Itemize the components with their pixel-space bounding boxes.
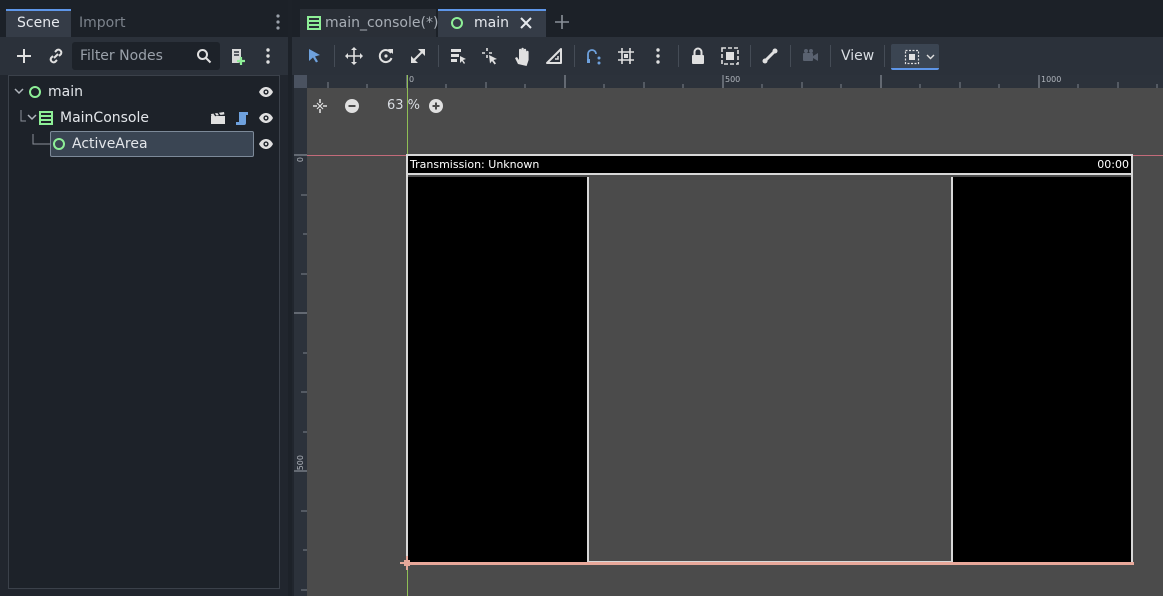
canvas-viewport[interactable]: 0 500 1000 0 500 63 % Transmission: Unkn… [294,75,1163,596]
left-panel[interactable] [408,177,589,563]
pan-mode-icon[interactable] [512,46,532,66]
scene-tab-bar: main_console(*) main [292,0,1163,37]
toolbar-separator [830,45,831,67]
ruler-label: 500 [296,455,305,471]
visibility-eye-icon[interactable] [258,85,274,99]
select-mode-icon[interactable] [304,46,324,66]
script-icon[interactable] [234,110,250,126]
tab-label: main_console(*) [325,15,439,31]
tree-label-mainconsole: MainConsole [60,110,149,126]
zoom-out-icon[interactable] [344,98,360,114]
rotate-mode-icon[interactable] [376,46,396,66]
tab-import[interactable]: Import [68,9,136,37]
chevron-down-icon [926,54,935,60]
toolbar-separator [884,45,885,67]
view-menu-button[interactable]: View [841,46,874,66]
filter-nodes-input[interactable] [80,42,192,70]
container-icon [307,16,321,30]
transmission-label: Transmission: Unknown [410,158,540,171]
ruler-ticks [294,154,307,591]
lock-icon[interactable] [688,46,708,66]
visibility-eye-icon[interactable] [258,137,274,151]
toolbar-separator [750,45,751,67]
ruler-label: 1000 [1041,75,1062,84]
search-icon[interactable] [196,48,212,64]
camera-override-icon[interactable] [800,46,820,66]
ruler-label: 0 [296,157,305,163]
ruler-label: 0 [409,75,415,84]
transmission-title-bar: Transmission: Unknown 00:00 [408,156,1131,175]
list-select-icon[interactable] [448,46,468,66]
node-circle-icon [451,17,463,29]
tree-row-mainconsole[interactable]: MainConsole [9,105,279,131]
instance-scene-icon[interactable] [46,46,66,66]
scene-tree: main MainConsole ActiveArea [8,75,280,589]
main-console-frame[interactable]: Transmission: Unknown 00:00 [406,154,1133,563]
chevron-down-icon[interactable] [14,88,24,96]
origin-crosshair-icon[interactable] [400,556,414,570]
ruler-vertical[interactable]: 0 500 [294,75,307,596]
node-circle-icon [53,138,65,150]
tab-main[interactable]: main [438,9,546,37]
clapperboard-icon[interactable] [210,111,226,125]
tab-main-console[interactable]: main_console(*) [300,9,439,37]
dock-menu-icon[interactable] [271,12,285,32]
viewport-toolbar: View [292,37,1163,75]
attach-script-icon[interactable] [227,46,247,66]
zoom-level[interactable]: 63 % [387,98,427,113]
tree-row-activearea[interactable]: ActiveArea [9,131,279,157]
right-panel[interactable] [951,177,1131,563]
scale-mode-icon[interactable] [408,46,428,66]
tab-scene[interactable]: Scene [6,9,71,37]
anchor-preset-dropdown[interactable] [891,44,939,70]
ruler-horizontal[interactable]: 0 500 1000 [294,75,1163,88]
scene-toolbar [0,37,288,75]
chevron-down-icon[interactable] [27,114,37,122]
new-tab-icon[interactable] [554,14,570,30]
toolbar-separator [678,45,679,67]
scene-menu-icon[interactable] [258,46,278,66]
selection-bottom-edge [404,562,1134,565]
tree-label-main: main [48,84,83,100]
ruler-label: 500 [725,75,741,84]
pivot-mode-icon[interactable] [480,46,500,66]
move-mode-icon[interactable] [344,46,364,66]
anchor-preset-icon [904,49,920,65]
smart-snap-icon[interactable] [584,46,604,66]
transmission-time: 00:00 [1097,158,1129,171]
dock-tab-bar: Scene Import [0,0,288,37]
skeleton-bone-icon[interactable] [760,46,780,66]
toolbar-separator [574,45,575,67]
ruler-mode-icon[interactable] [544,46,564,66]
add-node-icon[interactable] [14,46,34,66]
container-icon [39,111,53,125]
scene-dock: Scene Import Filter Nodes main MainConso… [0,0,288,596]
tree-row-main[interactable]: main [9,79,279,105]
tree-label-activearea: ActiveArea [72,136,148,152]
visibility-eye-icon[interactable] [258,111,274,125]
zoom-in-icon[interactable] [428,98,444,114]
toolbar-separator [790,45,791,67]
snap-options-icon[interactable] [648,46,668,66]
ruler-corner [294,75,307,88]
zoom-reset-icon[interactable] [312,98,328,114]
toolbar-separator [334,45,335,67]
tab-label: main [474,15,509,31]
close-icon[interactable] [520,17,532,29]
main-editor: main_console(*) main View 0 500 1000 0 5… [292,0,1163,596]
grid-snap-icon[interactable] [616,46,636,66]
toolbar-separator [438,45,439,67]
node-circle-icon [29,86,41,98]
filter-box [72,42,220,70]
group-icon[interactable] [720,46,740,66]
